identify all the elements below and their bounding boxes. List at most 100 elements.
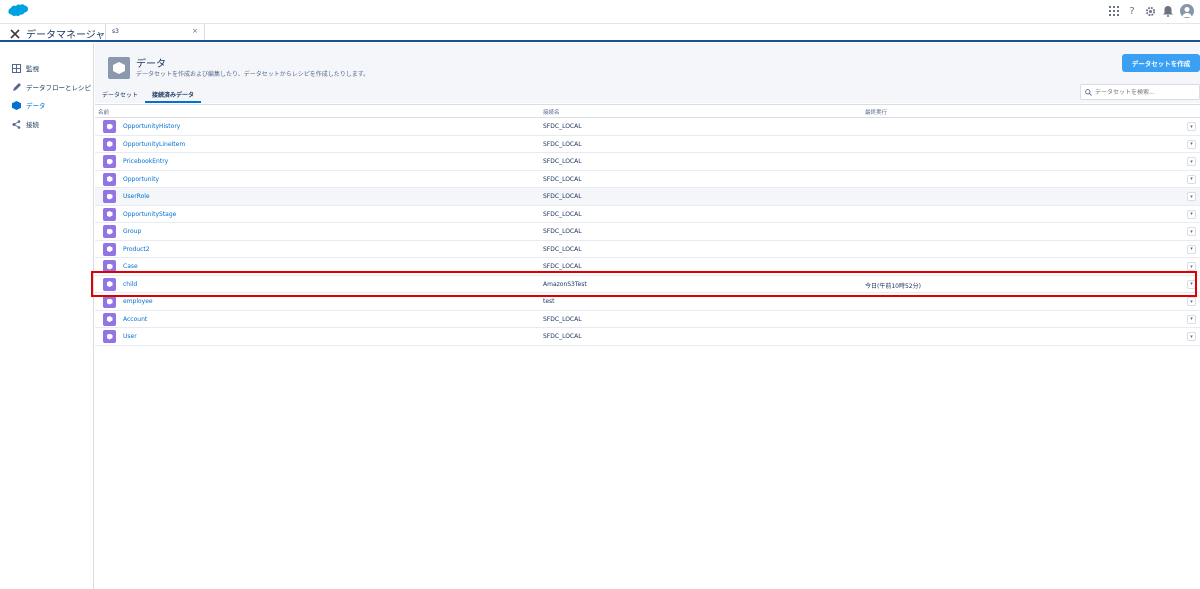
dataset-badge-icon — [108, 57, 130, 79]
row-actions-chevron-down-icon[interactable]: ▾ — [1187, 174, 1196, 184]
app-title: データマネージャ — [10, 26, 105, 41]
sidebar-item-monitor[interactable]: 監視 — [12, 62, 39, 74]
dataset-icon — [103, 225, 116, 238]
sidebar-item-label: データ — [26, 102, 46, 110]
table-header: 名前 接続名 最終実行 — [95, 104, 1200, 118]
dataset-name-link[interactable]: OpportunityStage — [123, 211, 176, 218]
table-row[interactable]: OpportunityHistory SFDC_LOCAL ▾ — [95, 118, 1200, 136]
row-actions-chevron-down-icon[interactable]: ▾ — [1187, 192, 1196, 201]
dataset-icon — [103, 312, 116, 326]
pencil-icon — [12, 82, 21, 92]
row-actions-chevron-down-icon[interactable]: ▾ — [1187, 122, 1196, 131]
connection-name: SFDC_LOCAL — [543, 210, 582, 218]
dataset-icon — [103, 155, 116, 168]
table-row[interactable]: UserRole SFDC_LOCAL ▾ — [95, 188, 1200, 206]
dataset-name-link[interactable]: employee — [123, 298, 153, 305]
subtabs: データセット 接続済みデータ — [95, 87, 202, 103]
dataset-name-link[interactable]: PricebookEntry — [123, 158, 168, 165]
table-row[interactable]: OpportunityLineItem SFDC_LOCAL ▾ — [95, 135, 1200, 153]
dataset-name-link[interactable]: Group — [123, 228, 141, 235]
dataset-name-link[interactable]: User — [123, 333, 137, 340]
connection-name: SFDC_LOCAL — [543, 228, 582, 235]
row-actions-chevron-down-icon[interactable]: ▾ — [1187, 157, 1196, 166]
connection-name: AmazonS3Test — [543, 280, 587, 288]
dataset-name-link[interactable]: UserRole — [123, 193, 150, 200]
dataset-icon — [103, 190, 116, 203]
table-row[interactable]: PricebookEntry SFDC_LOCAL ▾ — [95, 153, 1200, 171]
tab-connected-data[interactable]: 接続済みデータ — [145, 87, 202, 103]
column-header-name[interactable]: 名前 — [98, 108, 109, 116]
row-actions-chevron-down-icon[interactable]: ▾ — [1187, 314, 1196, 324]
column-header-connection[interactable]: 接続名 — [543, 108, 560, 116]
connection-name: SFDC_LOCAL — [543, 158, 582, 165]
page-description: データセットを作成および編集したり、データセットからレシピを作成したりします。 — [136, 71, 370, 78]
row-actions-chevron-down-icon[interactable]: ▾ — [1187, 262, 1196, 271]
dataset-name-link[interactable]: Account — [123, 316, 147, 323]
sidebar-item-label: 接続 — [26, 121, 39, 129]
sidebar-item-dataflows-recipes[interactable]: データフローとレシピ — [12, 81, 91, 93]
column-header-last-run[interactable]: 最終実行 — [865, 108, 887, 116]
connection-name: SFDC_LOCAL — [543, 140, 582, 148]
workspace-tab-label: s3 — [112, 28, 119, 35]
dataset-name-link[interactable]: OpportunityHistory — [123, 123, 180, 130]
dataset-icon — [103, 260, 116, 273]
search-icon — [1085, 88, 1092, 96]
page-title: データ — [136, 59, 166, 70]
main-content: データ データセットを作成および編集したり、データセットからレシピを作成したりし… — [95, 43, 1200, 589]
dataset-name-link[interactable]: Case — [123, 263, 138, 270]
connection-name: SFDC_LOCAL — [543, 263, 582, 270]
app-title-text: データマネージャ — [26, 30, 106, 41]
search-input[interactable] — [1095, 88, 1195, 96]
setup-gear-icon[interactable] — [1144, 5, 1156, 17]
last-run: 今日(午前10時52分) — [865, 282, 921, 290]
connection-name: SFDC_LOCAL — [543, 315, 582, 323]
tab-datasets[interactable]: データセット — [95, 87, 145, 103]
table-row[interactable]: child AmazonS3Test 今日(午前10時52分) ▾ — [95, 275, 1200, 293]
row-actions-chevron-down-icon[interactable]: ▾ — [1187, 244, 1196, 254]
dataset-icon — [103, 295, 116, 308]
table-row[interactable]: Account SFDC_LOCAL ▾ — [95, 310, 1200, 328]
sidebar-item-connect[interactable]: 接続 — [12, 118, 39, 130]
dataset-icon — [103, 137, 116, 151]
user-avatar[interactable] — [1180, 4, 1194, 18]
row-actions-chevron-down-icon[interactable]: ▾ — [1187, 139, 1196, 149]
close-tab-icon[interactable]: × — [192, 27, 198, 35]
dataset-icon — [103, 242, 116, 256]
connected-data-table: 名前 接続名 最終実行 OpportunityHistory SFDC_LOCA… — [95, 104, 1200, 346]
app-bar: データマネージャ s3 × — [0, 24, 1200, 42]
table-row[interactable]: employee test ▾ — [95, 293, 1200, 311]
connection-name: SFDC_LOCAL — [543, 175, 582, 183]
dataset-icon — [103, 120, 116, 133]
sidebar: 監視 データフローとレシピ データ 接続 — [0, 43, 94, 589]
row-actions-chevron-down-icon[interactable]: ▾ — [1187, 227, 1196, 236]
table-row[interactable]: User SFDC_LOCAL ▾ — [95, 328, 1200, 346]
connection-name: SFDC_LOCAL — [543, 245, 582, 253]
dataset-name-link[interactable]: OpportunityLineItem — [123, 141, 185, 148]
notifications-bell-icon[interactable] — [1162, 5, 1174, 17]
dataset-icon — [103, 207, 116, 221]
app-launcher-grid-icon[interactable] — [1108, 5, 1120, 17]
workspace-tab[interactable]: s3 × — [105, 24, 205, 40]
table-row[interactable]: Product2 SFDC_LOCAL ▾ — [95, 240, 1200, 258]
table-row[interactable]: Case SFDC_LOCAL ▾ — [95, 258, 1200, 276]
table-row[interactable]: OpportunityStage SFDC_LOCAL ▾ — [95, 205, 1200, 223]
dataset-icon — [103, 277, 116, 291]
row-actions-chevron-down-icon[interactable]: ▾ — [1187, 332, 1196, 341]
create-dataset-button[interactable]: データセットを作成 — [1122, 54, 1200, 72]
row-actions-chevron-down-icon[interactable]: ▾ — [1187, 209, 1196, 219]
table-row[interactable]: Group SFDC_LOCAL ▾ — [95, 223, 1200, 241]
sidebar-item-data[interactable]: データ — [12, 99, 46, 111]
row-actions-chevron-down-icon[interactable]: ▾ — [1187, 279, 1196, 289]
dataset-name-link[interactable]: Opportunity — [123, 176, 159, 183]
salesforce-cloud-logo[interactable] — [8, 4, 28, 18]
dataset-name-link[interactable]: Product2 — [123, 246, 150, 253]
dataset-name-link[interactable]: child — [123, 281, 137, 288]
help-icon[interactable]: ? — [1126, 5, 1138, 17]
sidebar-item-label: 監視 — [26, 65, 39, 73]
row-actions-chevron-down-icon[interactable]: ▾ — [1187, 297, 1196, 306]
dataset-search[interactable] — [1080, 84, 1200, 100]
page-header: データ データセットを作成および編集したり、データセットからレシピを作成したりし… — [95, 43, 1200, 103]
connection-name: test — [543, 298, 555, 305]
table-row[interactable]: Opportunity SFDC_LOCAL ▾ — [95, 170, 1200, 188]
connection-name: SFDC_LOCAL — [543, 333, 582, 340]
